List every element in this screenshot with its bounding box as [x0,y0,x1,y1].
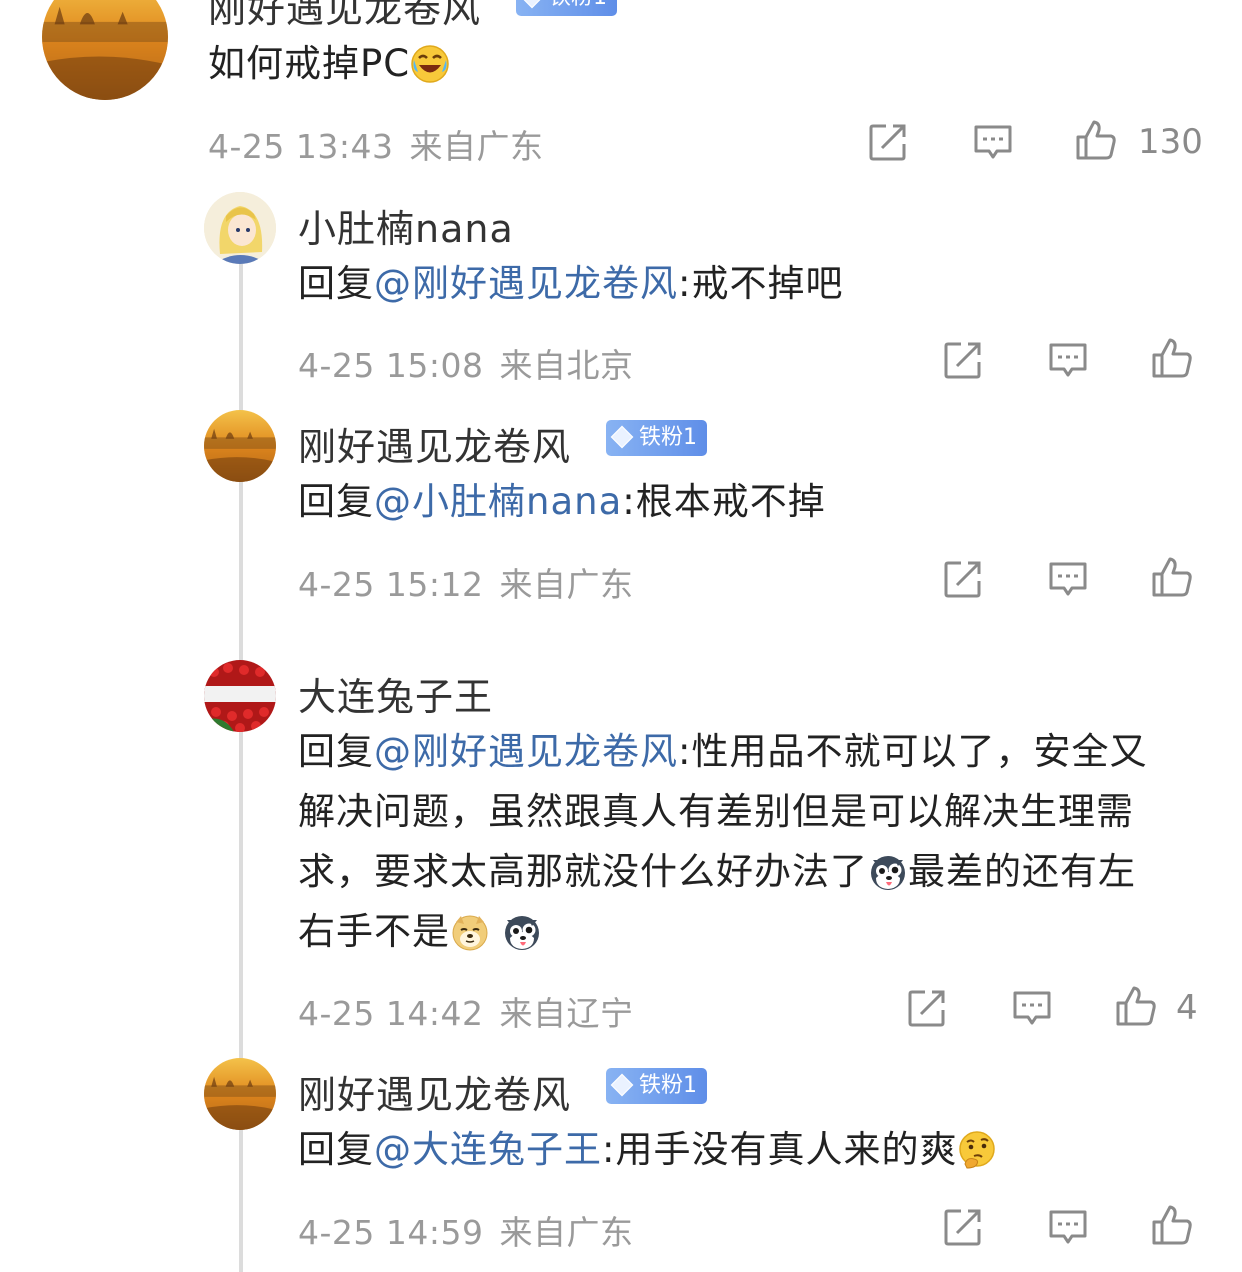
reply-body: 右手不是 [298,910,450,953]
comment-icon[interactable] [1010,986,1054,1030]
thumbs-up-icon[interactable] [1150,555,1194,599]
location: 来自广东 [499,565,634,604]
reply-prefix: 回复 [298,262,374,305]
mention-link[interactable]: @大连兔子王 [374,1128,602,1171]
reply-body: 最差的还有左 [908,850,1136,893]
reply-prefix: 回复 [298,480,374,523]
mention-link[interactable]: @刚好遇见龙卷风 [374,730,678,773]
badge-label: 铁粉1 [549,0,607,10]
share-icon[interactable] [941,1205,985,1249]
location: 来自北京 [499,346,634,385]
avatar[interactable] [42,0,168,100]
location: 来自辽宁 [499,994,634,1033]
husky-emoji [868,852,908,892]
timestamp: 4-25 14:59 [298,1213,484,1252]
reply-body: :根本戒不掉 [622,480,826,523]
timestamp: 4-25 15:12 [298,565,484,604]
avatar[interactable] [204,1058,276,1130]
comment-meta: 4-25 14:59 来自广东 [298,1206,634,1254]
location: 来自广东 [499,1213,634,1252]
timestamp: 4-25 14:42 [298,994,484,1033]
mention-link[interactable]: @刚好遇见龙卷风 [374,262,678,305]
reply-text-line: 回复@刚好遇见龙卷风:性用品不就可以了，安全又 [298,722,1147,782]
diamond-icon [610,1073,634,1097]
thumbs-up-icon[interactable] [1114,984,1158,1028]
fan-badge: 铁粉1 [606,420,707,456]
thumbs-up-icon[interactable] [1150,336,1194,380]
comment-meta: 4-25 13:43 来自广东 [208,120,544,168]
comment-icon[interactable] [971,120,1015,164]
share-icon[interactable] [905,986,949,1030]
laugh-cry-emoji [410,44,450,84]
reply-text: 回复@大连兔子王:用手没有真人来的爽 [298,1120,997,1180]
badge-label: 铁粉1 [639,1073,697,1098]
comment-text: 如何戒掉PC [208,34,450,94]
reply-prefix: 回复 [298,1128,374,1171]
comment-meta: 4-25 15:12 来自广东 [298,558,634,606]
fan-badge: 铁粉1 [516,0,617,16]
thinking-emoji [957,1130,997,1170]
comment-icon[interactable] [1046,338,1090,382]
reply-text: 回复@小肚楠nana:根本戒不掉 [298,472,826,532]
mention-link[interactable]: @小肚楠nana [374,480,622,523]
username[interactable]: 大连兔子王 [298,666,493,721]
timestamp: 4-25 13:43 [208,127,394,166]
share-icon[interactable] [866,120,910,164]
username[interactable]: 刚好遇见龙卷风 [298,416,571,471]
reply-body: :性用品不就可以了，安全又 [678,730,1148,773]
username[interactable]: 小肚楠nana [298,198,514,253]
username[interactable]: 刚好遇见龙卷风 [208,0,481,33]
avatar[interactable] [204,660,276,732]
badge-label: 铁粉1 [639,425,697,450]
fan-badge: 铁粉1 [606,1068,707,1104]
thumbs-up-icon[interactable] [1150,1203,1194,1247]
reply-body: :用手没有真人来的爽 [602,1128,958,1171]
reply-text: 回复@刚好遇见龙卷风:戒不掉吧 [298,254,843,314]
avatar[interactable] [204,410,276,482]
reply-text-line: 右手不是 [298,902,542,962]
diamond-icon [520,0,544,9]
comment-body: 如何戒掉PC [208,42,411,85]
diamond-icon [610,425,634,449]
husky-emoji [502,912,542,952]
comment-icon[interactable] [1046,1205,1090,1249]
comment-meta: 4-25 14:42 来自辽宁 [298,987,634,1035]
location: 来自广东 [409,127,544,166]
comment-meta: 4-25 15:08 来自北京 [298,339,634,387]
reply-prefix: 回复 [298,730,374,773]
reply-body: :戒不掉吧 [678,262,844,305]
username[interactable]: 刚好遇见龙卷风 [298,1064,571,1119]
like-count: 130 [1138,122,1203,162]
doge-emoji [450,912,490,952]
reply-text-line: 解决问题，虽然跟真人有差别但是可以解决生理需 [298,790,1134,833]
share-icon[interactable] [941,557,985,601]
timestamp: 4-25 15:08 [298,346,484,385]
like-count: 4 [1176,988,1198,1028]
avatar[interactable] [204,192,276,264]
reply-text-line: 求，要求太高那就没什么好办法了 最差的还有左 [298,842,1136,902]
share-icon[interactable] [941,338,985,382]
thumbs-up-icon[interactable] [1074,118,1118,162]
reply-body: 求，要求太高那就没什么好办法了 [298,850,868,893]
comment-icon[interactable] [1046,557,1090,601]
